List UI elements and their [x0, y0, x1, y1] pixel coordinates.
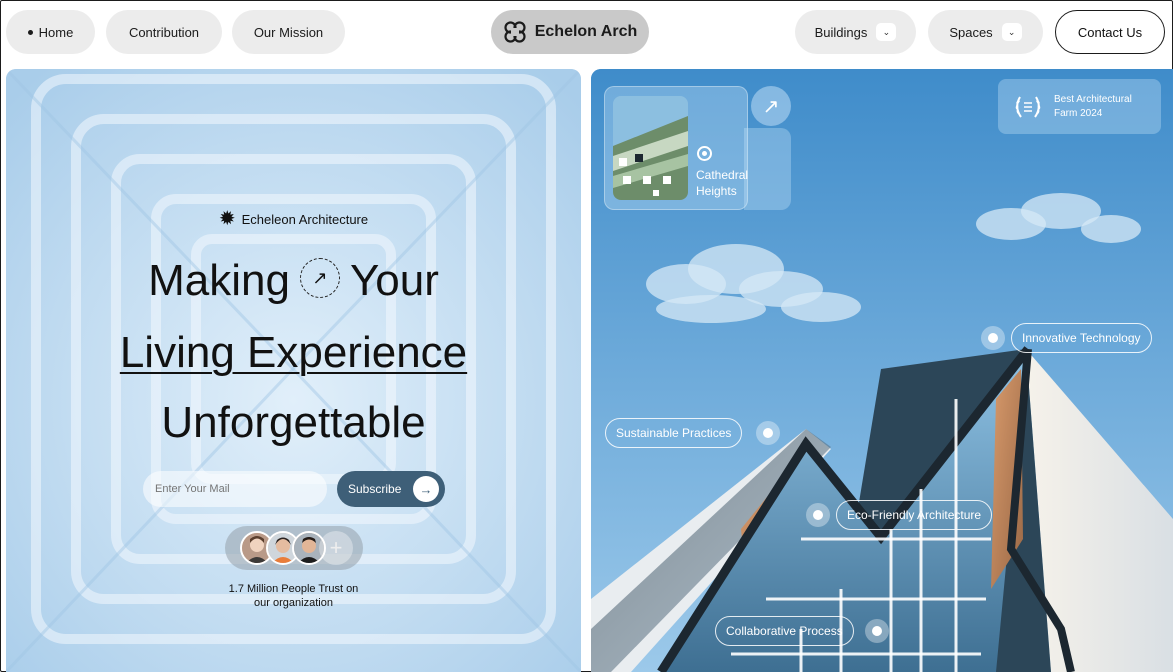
trust-line-2: our organization [254, 597, 333, 609]
compass-arrow-icon: ↗ [299, 258, 340, 299]
plus-icon[interactable]: + [319, 531, 353, 565]
clover-logo-icon [504, 21, 526, 43]
showcase-panel: ↗ Cathedral Heights Best Architectural F… [591, 69, 1173, 672]
award-badge: Best Architectural Farm 2024 [998, 79, 1161, 134]
headline-word-making: Making [148, 256, 290, 305]
tag-label: Collaborative Process [726, 624, 843, 638]
tag-innovative-technology[interactable]: Innovative Technology [1011, 323, 1152, 353]
eyebrow-text: Echeleon Architecture [241, 211, 369, 227]
tag-eco-friendly-architecture[interactable]: Eco-Friendly Architecture [836, 500, 993, 530]
brand-name: Echelon Arch [534, 23, 638, 40]
radio-dot-icon [697, 146, 712, 161]
award-text: Best Architectural Farm 2024 [1054, 93, 1132, 119]
email-input[interactable] [143, 471, 327, 507]
nav-contribution[interactable]: Contribution [106, 10, 222, 54]
eyebrow: ✹ Echeleon Architecture [6, 209, 581, 229]
project-thumbnail [613, 96, 688, 200]
top-nav: Home Contribution Our Mission Echelon Ar… [0, 0, 1173, 66]
featured-project-card[interactable]: ↗ Cathedral Heights [604, 86, 791, 210]
tag-label: Sustainable Practices [616, 426, 732, 440]
headline-underlined: Living Experience [119, 328, 468, 377]
headline-line-2: Living Experience [6, 331, 581, 375]
nav-contribution-label: Contribution [128, 24, 200, 40]
hotspot-dot[interactable] [806, 503, 830, 527]
hotspot-dot[interactable] [981, 326, 1005, 350]
headline-word-unforgettable: Unforgettable [161, 398, 426, 447]
hotspot-dot[interactable] [865, 619, 889, 643]
headline-line-3: Unforgettable [6, 401, 581, 445]
brand-logo[interactable]: Echelon Arch [491, 10, 649, 54]
nav-mission-label: Our Mission [253, 24, 324, 40]
contact-us-button[interactable]: Contact Us [1055, 10, 1165, 54]
project-title: Cathedral Heights [696, 168, 749, 198]
trust-line-1: 1.7 Million People Trust on [228, 583, 359, 595]
arrow-up-right-icon[interactable]: ↗ [751, 86, 791, 126]
starburst-icon: ✹ [218, 208, 236, 230]
nav-home[interactable]: Home [6, 10, 95, 54]
trusted-avatars[interactable]: + [225, 526, 363, 570]
tag-collaborative-process[interactable]: Collaborative Process [715, 616, 854, 646]
nav-buildings-label: Buildings [814, 24, 868, 40]
nav-spaces-label: Spaces [949, 24, 993, 40]
hotspot-dot[interactable] [756, 421, 780, 445]
nav-home-label: Home [38, 24, 74, 40]
nav-our-mission[interactable]: Our Mission [232, 10, 345, 54]
contact-us-label: Contact Us [1077, 24, 1143, 40]
tag-label: Eco-Friendly Architecture [847, 508, 982, 522]
laurel-wreath-icon [1015, 95, 1041, 118]
chevron-down-icon: ⌄ [1001, 23, 1022, 41]
headline-word-your: Your [349, 256, 439, 305]
active-dot [27, 29, 33, 35]
tag-sustainable-practices[interactable]: Sustainable Practices [605, 418, 743, 448]
hero-panel: ✹ Echeleon Architecture Making ↗ Your Livi… [6, 69, 581, 672]
nav-buildings-dropdown[interactable]: Buildings ⌄ [795, 10, 916, 54]
tag-label: Innovative Technology [1022, 331, 1141, 345]
chevron-down-icon: ⌄ [876, 23, 897, 41]
nav-spaces-dropdown[interactable]: Spaces ⌄ [928, 10, 1043, 54]
arrow-circle-icon: → [413, 476, 439, 502]
subscribe-label: Subscribe [348, 482, 402, 496]
trust-text: 1.7 Million People Trust on our organiza… [6, 582, 581, 610]
subscribe-button[interactable]: Subscribe → [337, 471, 445, 507]
headline-line-1: Making ↗ Your [6, 256, 581, 305]
